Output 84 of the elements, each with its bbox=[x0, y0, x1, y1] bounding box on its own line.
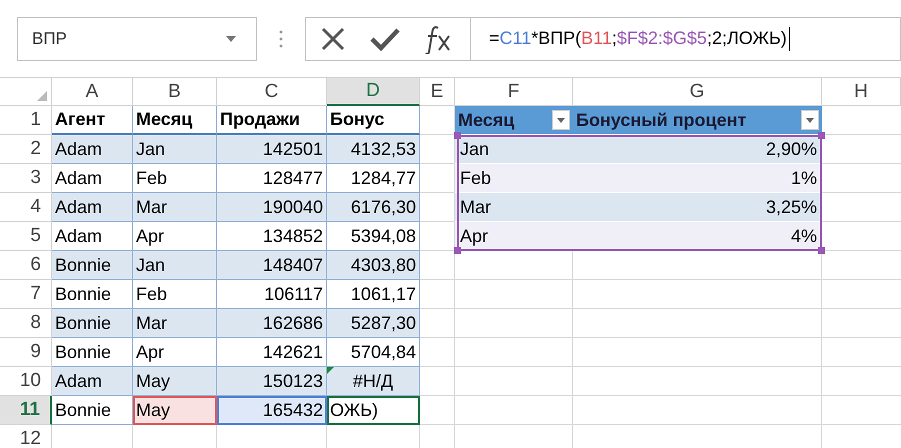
table-cell: 106117 bbox=[217, 280, 327, 309]
table-cell: 150123 bbox=[217, 367, 327, 396]
table-cell: Feb bbox=[133, 280, 217, 309]
column-header[interactable]: B bbox=[133, 78, 217, 106]
table-header-cell: Бонусный процент bbox=[573, 106, 822, 135]
table-cell: Feb bbox=[455, 164, 573, 193]
table-cell: #Н/Д bbox=[327, 367, 420, 396]
checkmark-icon[interactable] bbox=[370, 26, 400, 50]
table-cell: Adam bbox=[52, 222, 133, 251]
table-cell: Bonnie bbox=[52, 338, 133, 367]
table-cell: Месяц bbox=[133, 106, 217, 135]
name-box-value: ВПР bbox=[32, 28, 67, 48]
formula-input[interactable]: =C11*ВПР(B11;$F$2:$G$5;2;ЛОЖЬ) bbox=[470, 16, 901, 60]
table-cell: 6176,30 bbox=[327, 193, 420, 222]
column-header[interactable]: G bbox=[573, 78, 822, 106]
table-cell: Продажи bbox=[217, 106, 327, 135]
table-cell: Бонус bbox=[327, 106, 420, 135]
caret-icon bbox=[806, 118, 814, 122]
table-cell: Jan bbox=[455, 135, 573, 164]
table-cell: Jan bbox=[133, 135, 217, 164]
table-cell: Apr bbox=[455, 222, 573, 251]
name-box[interactable]: ВПР bbox=[17, 16, 257, 60]
row-header[interactable]: 1 bbox=[0, 106, 52, 135]
table-cell: Jan bbox=[133, 251, 217, 280]
table-cell: 5394,08 bbox=[327, 222, 420, 251]
table-cell: Mar bbox=[455, 193, 573, 222]
filter-dropdown-button[interactable] bbox=[801, 110, 819, 130]
table-cell: 162686 bbox=[217, 309, 327, 338]
column-header[interactable]: E bbox=[420, 78, 455, 106]
row-header[interactable]: 3 bbox=[0, 164, 52, 193]
column-header[interactable]: A bbox=[52, 78, 133, 106]
table-cell: 5704,84 bbox=[327, 338, 420, 367]
table-cell: Bonnie bbox=[52, 309, 133, 338]
table-cell: Feb bbox=[133, 164, 217, 193]
table-cell: Bonnie bbox=[52, 280, 133, 309]
table-cell: Adam bbox=[52, 135, 133, 164]
row-header[interactable]: 4 bbox=[0, 193, 52, 222]
table-cell: 3,25% bbox=[573, 193, 822, 222]
row-header[interactable]: 7 bbox=[0, 280, 52, 309]
column-header[interactable]: C bbox=[217, 78, 327, 106]
row-header[interactable]: 9 bbox=[0, 338, 52, 367]
row-header[interactable]: 6 bbox=[0, 251, 52, 280]
table-cell: Bonnie bbox=[52, 251, 133, 280]
table-cell: Mar bbox=[133, 193, 217, 222]
table-cell: 1284,77 bbox=[327, 164, 420, 193]
row-header[interactable]: 2 bbox=[0, 135, 52, 164]
table-cell: 142501 bbox=[217, 135, 327, 164]
table-cell: 165432 bbox=[217, 396, 327, 425]
column-header[interactable]: H bbox=[822, 78, 901, 106]
table-cell: Adam bbox=[52, 164, 133, 193]
table-header-cell: Месяц bbox=[455, 106, 573, 135]
row-header[interactable]: 11 bbox=[0, 396, 52, 425]
grip-dots-icon bbox=[279, 28, 283, 48]
table-cell: 190040 bbox=[217, 193, 327, 222]
table-cell: Apr bbox=[133, 222, 217, 251]
table-cell: 134852 bbox=[217, 222, 327, 251]
table-cell: ОЖЬ) bbox=[327, 396, 420, 425]
table-cell: Агент bbox=[52, 106, 133, 135]
table-cell: 4132,53 bbox=[327, 135, 420, 164]
table-cell: 1061,17 bbox=[327, 280, 420, 309]
row-header[interactable]: 10 bbox=[0, 367, 52, 396]
table-cell: 5287,30 bbox=[327, 309, 420, 338]
row-header[interactable]: 5 bbox=[0, 222, 52, 251]
table-cell: 4303,80 bbox=[327, 251, 420, 280]
table-cell: Bonnie bbox=[52, 396, 133, 425]
filter-dropdown-button[interactable] bbox=[552, 110, 570, 130]
cancel-icon[interactable] bbox=[320, 26, 346, 52]
dropdown-caret-icon[interactable] bbox=[226, 36, 236, 42]
table-cell: Apr bbox=[133, 338, 217, 367]
table-cell: 148407 bbox=[217, 251, 327, 280]
table-cell: 142621 bbox=[217, 338, 327, 367]
table-cell: May bbox=[133, 396, 217, 425]
table-cell: Mar bbox=[133, 309, 217, 338]
column-header[interactable]: F bbox=[455, 78, 573, 106]
table-cell: 1% bbox=[573, 164, 822, 193]
table-cell: Adam bbox=[52, 367, 133, 396]
table-cell: 2,90% bbox=[573, 135, 822, 164]
table-cell: 4% bbox=[573, 222, 822, 251]
caret-icon bbox=[557, 118, 565, 122]
table-cell: Adam bbox=[52, 193, 133, 222]
table-cell: May bbox=[133, 367, 217, 396]
column-header[interactable]: D bbox=[327, 78, 420, 106]
row-header[interactable]: 8 bbox=[0, 309, 52, 338]
table-cell: 128477 bbox=[217, 164, 327, 193]
